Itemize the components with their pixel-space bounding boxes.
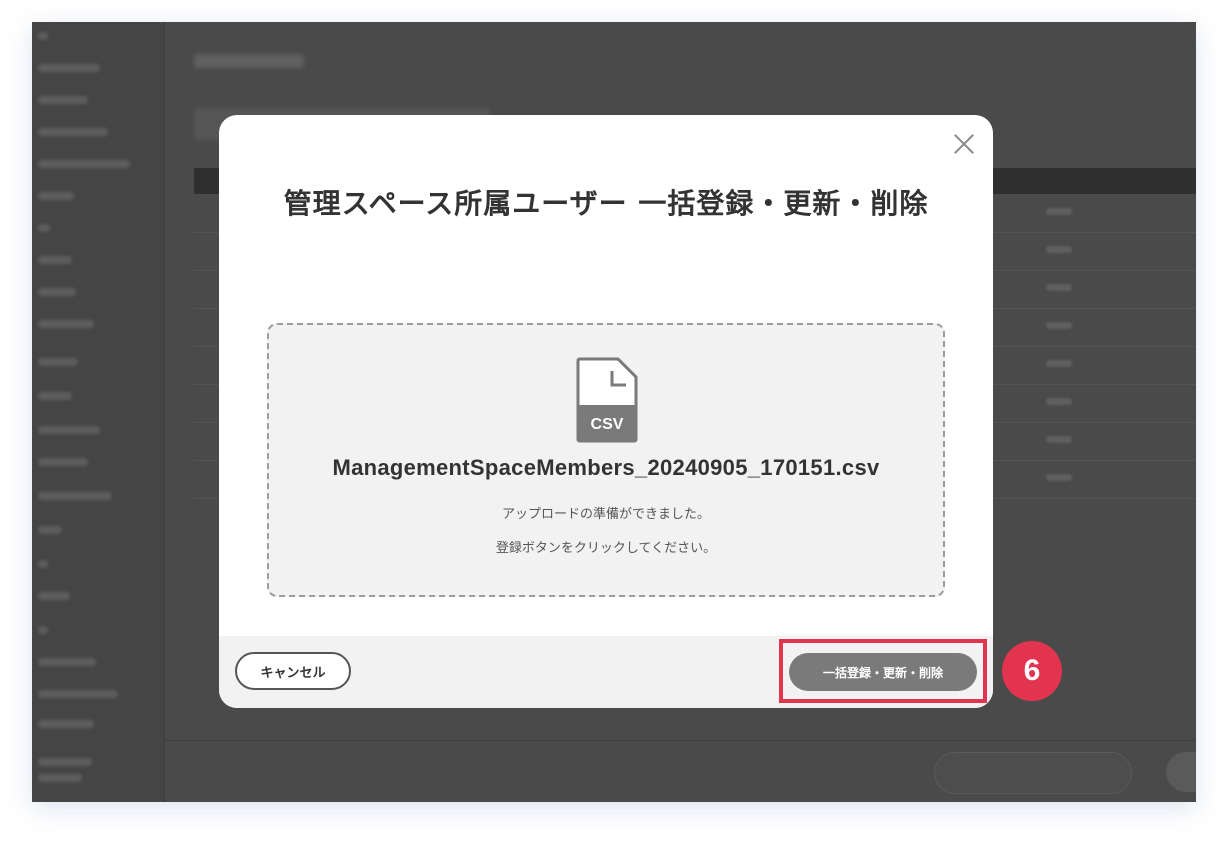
background-sidebar-item [38,492,112,500]
bulk-register-update-delete-button[interactable]: 一括登録・更新・削除 [789,653,977,691]
background-sidebar-item [38,526,62,534]
background-table-cell [1046,208,1072,215]
background-table-cell [1046,436,1072,443]
background-table-cell [1046,474,1072,481]
background-sidebar-item [38,224,50,232]
dialog-title: 管理スペース所属ユーザー 一括登録・更新・削除 [283,187,929,220]
step-number-badge: 6 [1002,641,1062,701]
background-sidebar-item [38,626,48,634]
background-sidebar-item [38,592,70,600]
background-sidebar-item [38,64,100,72]
background-sidebar-item [38,720,94,728]
cancel-button[interactable]: キャンセル [235,652,351,690]
background-action-button [934,752,1132,794]
dialog-footer: キャンセル 一括登録・更新・削除 [219,636,993,708]
background-sidebar-item [38,458,88,466]
upload-ready-message: アップロードの準備ができました。 [501,507,710,522]
background-sidebar-item [38,320,94,328]
background-page-title [194,54,304,68]
background-sidebar-item [38,392,72,400]
background-table-cell [1046,322,1072,329]
background-sidebar-item [38,560,48,568]
background-sidebar-item [38,256,72,264]
background-table-cell [1046,284,1072,291]
background-sidebar-item [38,32,48,40]
background-table-cell [1046,398,1072,405]
background-table-cell [1046,246,1072,253]
background-sidebar-item [38,358,78,366]
background-sidebar-item [38,690,118,698]
click-register-message: 登録ボタンをクリックしてください。 [495,541,717,556]
background-sidebar-item [38,758,92,766]
background-sidebar-item [38,426,100,434]
background-sidebar-item [38,288,76,296]
background-sidebar-item [38,96,88,104]
background-sidebar-item [38,774,82,782]
file-name: ManagementSpaceMembers_20240905_170151.c… [332,455,880,480]
close-icon[interactable] [951,131,977,157]
background-divider [164,740,1196,741]
csv-file-icon: CSV [576,357,638,443]
background-sidebar-item [38,128,108,136]
background-sidebar-item [38,160,130,168]
background-sidebar-item [38,658,96,666]
background-table-cell [1046,360,1072,367]
background-sidebar [32,22,165,802]
background-action-button [1166,752,1196,792]
file-type-label: CSV [591,416,624,433]
background-sidebar-item [38,192,74,200]
file-drop-zone[interactable]: CSV ManagementSpaceMembers_20240905_1701… [267,323,945,597]
bulk-import-dialog: 管理スペース所属ユーザー 一括登録・更新・削除 CSV ManagementSp… [219,115,993,708]
